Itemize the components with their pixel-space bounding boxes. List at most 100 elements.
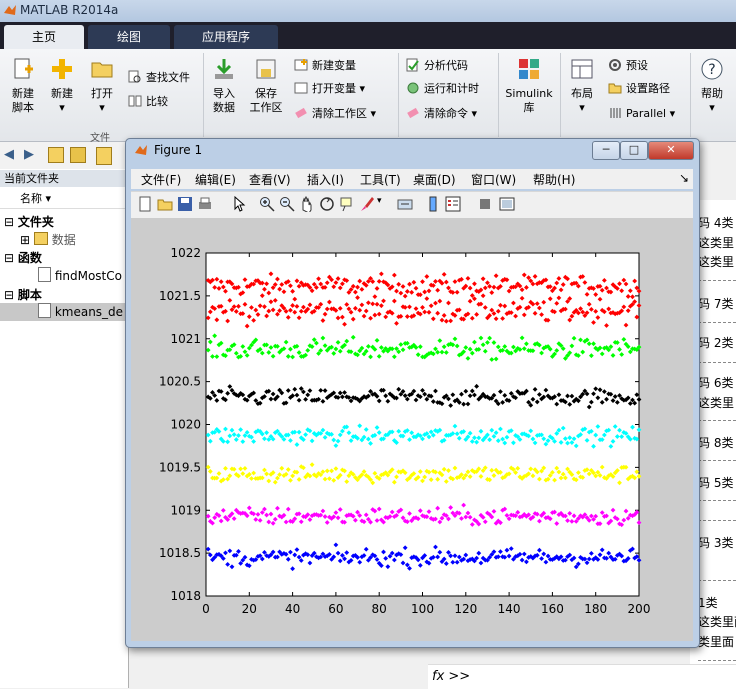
set-path-button[interactable]: 设置路径: [608, 80, 670, 98]
figure-menubar: 文件(F) 编辑(E) 查看(V) 插入(I) 工具(T) 桌面(D) 窗口(W…: [131, 169, 693, 189]
run-and-time-label: 运行和计时: [424, 82, 479, 95]
link-plot-icon[interactable]: [397, 196, 413, 212]
layout-button[interactable]: 布局 ▾: [564, 57, 600, 115]
menu-file[interactable]: 文件(F): [141, 171, 181, 188]
new-button[interactable]: 新建 ▾: [44, 57, 80, 115]
open-variable-label: 打开变量: [312, 82, 356, 95]
menu-insert[interactable]: 插入(I): [307, 171, 344, 188]
folder-icon: [33, 232, 48, 245]
import-data-label: 导入 数据: [213, 87, 235, 114]
show-tools-icon[interactable]: [499, 196, 515, 212]
tab-apps[interactable]: 应用程序: [174, 25, 278, 49]
name-column-header[interactable]: 名称 ▾: [0, 190, 128, 209]
x-tick-label: 40: [285, 602, 300, 616]
back-icon[interactable]: ◀: [4, 147, 14, 162]
chevron-down-icon: ▾: [59, 101, 65, 114]
run-and-time-button[interactable]: 运行和计时: [406, 80, 479, 98]
forward-icon[interactable]: ▶: [24, 147, 34, 162]
divider: [698, 580, 736, 581]
figure-window[interactable]: Figure 1 ─ □ ✕ 文件(F) 编辑(E) 查看(V) 插入(I) 工…: [125, 138, 700, 648]
help-button[interactable]: ? 帮助 ▾: [694, 57, 730, 115]
menu-window[interactable]: 窗口(W): [471, 171, 516, 188]
figure-canvas: 0 20 40 60 80 100 120 140 160 180 200 1018 1018.5 101…: [131, 218, 693, 641]
menu-desktop[interactable]: 桌面(D): [413, 171, 456, 188]
new-script-button[interactable]: 新建 脚本: [6, 57, 40, 115]
menu-tools[interactable]: 工具(T): [360, 171, 401, 188]
menu-arrow-icon[interactable]: ↘: [679, 171, 689, 185]
scatter-plot: 0 20 40 60 80 100 120 140 160 180 200 1018 1018.5 101…: [159, 246, 650, 616]
new-variable-button[interactable]: 新建变量: [294, 57, 356, 75]
file-item[interactable]: findMostCo: [0, 267, 128, 285]
pan-hand-icon[interactable]: [299, 196, 315, 212]
new-variable-label: 新建变量: [312, 59, 356, 72]
help-icon: ?: [701, 58, 723, 80]
brush-icon[interactable]: [359, 196, 375, 212]
command-output-line: 这类里: [698, 396, 735, 410]
divider: [698, 280, 736, 281]
import-data-button[interactable]: 导入 数据: [206, 57, 242, 115]
ribbon-separator: [398, 53, 399, 137]
ribbon-separator: [498, 53, 499, 137]
menu-view[interactable]: 查看(V): [249, 171, 291, 188]
zoom-in-icon[interactable]: [259, 196, 275, 212]
zoom-out-icon[interactable]: [279, 196, 295, 212]
find-files-icon: [128, 70, 141, 83]
chevron-down-icon[interactable]: ▾: [377, 196, 382, 206]
layout-icon: [571, 59, 593, 79]
name-column-label: 名称: [20, 192, 42, 205]
command-output-line: 码 4类: [698, 216, 734, 230]
clear-commands-button[interactable]: 清除命令 ▾: [406, 105, 477, 123]
minimize-button[interactable]: ─: [592, 141, 620, 160]
close-button[interactable]: ✕: [648, 141, 694, 160]
file-item-selected[interactable]: kmeans_de: [0, 303, 128, 321]
pointer-icon[interactable]: [231, 196, 247, 212]
open-button[interactable]: 打开 ▾: [84, 57, 120, 115]
ribbon-separator: [203, 53, 204, 137]
x-tick-label: 100: [411, 602, 434, 616]
rotate-3d-icon[interactable]: [319, 196, 335, 212]
analyze-code-button[interactable]: 分析代码: [406, 57, 468, 75]
hide-tools-icon[interactable]: [477, 196, 493, 212]
command-prompt[interactable]: fx >>: [428, 664, 736, 689]
section-functions[interactable]: ⊟ 函数: [0, 249, 128, 267]
folder-icon: [608, 83, 622, 94]
legend-icon[interactable]: [445, 196, 461, 212]
folder-item[interactable]: ⊞ 数据: [0, 231, 128, 249]
find-files-button[interactable]: 查找文件: [128, 69, 190, 87]
command-output-line: 这类里: [698, 236, 735, 250]
print-icon[interactable]: [197, 196, 213, 212]
open-variable-icon: [294, 82, 308, 94]
section-label: 脚本: [17, 288, 42, 302]
compare-icon: [128, 95, 142, 107]
up-folder-icon[interactable]: [48, 147, 64, 163]
new-figure-icon[interactable]: [137, 196, 153, 212]
browse-folder-icon[interactable]: [70, 147, 86, 163]
tab-plots[interactable]: 绘图: [88, 25, 170, 49]
preferences-button[interactable]: 预设: [608, 57, 648, 75]
parallel-icon: [610, 108, 621, 118]
colorbar-icon[interactable]: [425, 196, 441, 212]
x-tick-label: 160: [541, 602, 564, 616]
save-icon[interactable]: [177, 196, 193, 212]
compare-button[interactable]: 比较: [128, 93, 168, 111]
parallel-label: Parallel: [626, 107, 667, 120]
plus-icon: [52, 59, 72, 79]
menu-edit[interactable]: 编辑(E): [195, 171, 236, 188]
section-scripts[interactable]: ⊟ 脚本: [0, 286, 128, 304]
simulink-library-button[interactable]: Simulink 库: [504, 57, 554, 115]
y-tick-label: 1018.5: [159, 546, 201, 560]
menu-help[interactable]: 帮助(H): [533, 171, 575, 188]
tab-home[interactable]: 主页: [4, 25, 84, 49]
figure-titlebar[interactable]: Figure 1 ─ □ ✕: [126, 139, 699, 163]
save-workspace-button[interactable]: 保存 工作区: [246, 57, 286, 115]
data-cursor-icon[interactable]: [339, 196, 355, 212]
open-variable-button[interactable]: 打开变量 ▾: [294, 80, 365, 98]
section-folders[interactable]: ⊟ 文件夹: [0, 213, 128, 231]
open-file-icon[interactable]: [157, 196, 173, 212]
simulink-icon: [519, 59, 539, 79]
maximize-button[interactable]: □: [620, 141, 648, 160]
clear-workspace-button[interactable]: 清除工作区 ▾: [294, 105, 376, 123]
parallel-button[interactable]: Parallel ▾: [608, 105, 675, 123]
command-output-line: 这类里: [698, 255, 735, 269]
expand-icon: ⊞: [20, 233, 31, 247]
